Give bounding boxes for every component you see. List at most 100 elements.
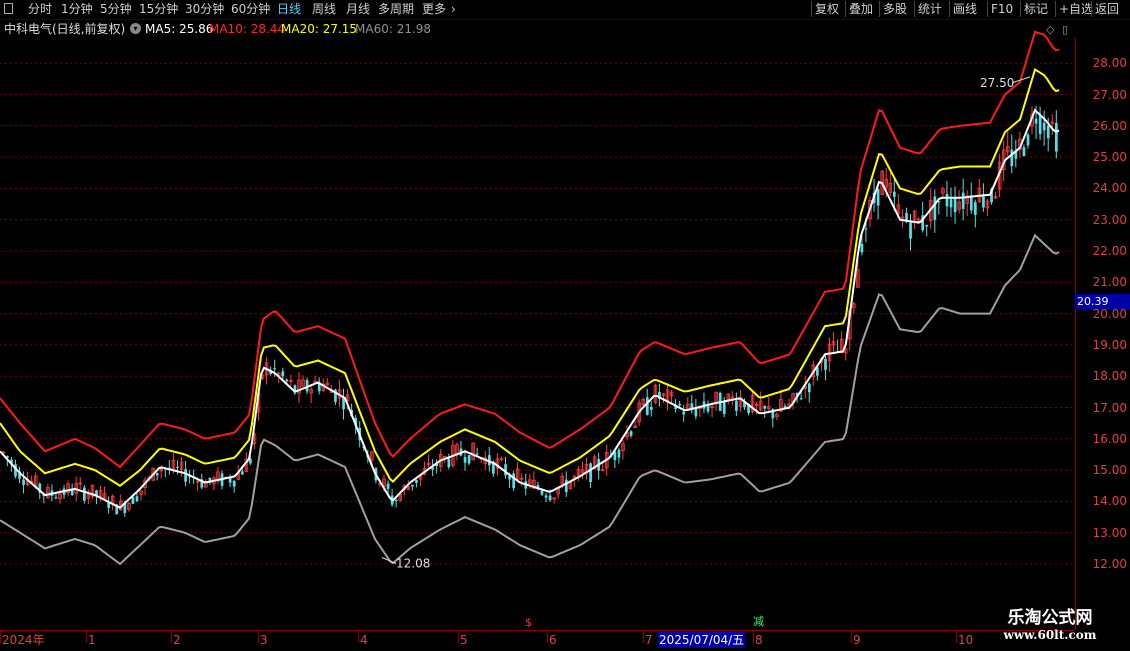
candle-body bbox=[589, 463, 592, 483]
x-tick-label: 6 bbox=[549, 633, 557, 647]
y-tick-label: 15.00 bbox=[1092, 463, 1127, 478]
candle-body bbox=[548, 495, 552, 501]
candle-body bbox=[564, 479, 568, 493]
period-tab-6[interactable]: 日线 bbox=[277, 1, 301, 17]
candle-body bbox=[184, 469, 187, 482]
candle-body bbox=[974, 202, 977, 215]
candle-body bbox=[394, 499, 398, 501]
toolbar-separator bbox=[845, 1, 846, 17]
period-tab-1[interactable]: 1分钟 bbox=[61, 1, 93, 17]
watermark: 乐淘公式网 www.60lt.com bbox=[985, 608, 1115, 642]
period-tab-10[interactable]: 更多 bbox=[422, 1, 446, 17]
y-tick-label: 21.00 bbox=[1092, 275, 1127, 290]
candle-body bbox=[1055, 122, 1058, 152]
candle-body bbox=[386, 483, 390, 489]
event-marker[interactable]: $ bbox=[525, 616, 532, 629]
period-tab-2[interactable]: 5分钟 bbox=[100, 1, 132, 17]
period-tab-8[interactable]: 月线 bbox=[346, 1, 370, 17]
candle-body bbox=[735, 400, 738, 411]
candle-body bbox=[953, 197, 957, 213]
x-tick-mark bbox=[851, 631, 852, 643]
extreme-labels: 27.50 12.08 bbox=[381, 76, 1031, 570]
toolbar-button-2[interactable]: 多股 bbox=[883, 1, 907, 17]
candle-body bbox=[961, 192, 965, 209]
event-marker[interactable]: 减 bbox=[753, 615, 764, 628]
candle-body bbox=[763, 405, 767, 409]
period-toolbar: 分时 1分钟 5分钟 15分钟 30分钟 60分钟 日线 周线 月线 多周期 更多 › 复权 叠加 多股统… bbox=[0, 0, 1130, 20]
current-date-label: 2025/07/04/五 bbox=[658, 632, 746, 648]
candle-body bbox=[22, 479, 25, 485]
period-tab-0[interactable]: 分时 bbox=[28, 1, 52, 17]
candle-body bbox=[273, 368, 277, 370]
period-tab-7[interactable]: 周线 bbox=[312, 1, 336, 17]
period-tab-3[interactable]: 15分钟 bbox=[139, 1, 178, 17]
period-tab-5[interactable]: 60分钟 bbox=[231, 1, 270, 17]
diamond-icon[interactable]: ◇ bbox=[1046, 24, 1054, 36]
candle-body bbox=[864, 228, 868, 230]
toolbar-button-3[interactable]: 统计 bbox=[918, 1, 942, 17]
candle-body bbox=[135, 496, 139, 502]
toolbar-separator bbox=[811, 1, 812, 17]
y-tick-label: 25.00 bbox=[1092, 150, 1127, 165]
candle-body bbox=[678, 403, 682, 406]
toolbar-button-5[interactable]: F10 bbox=[991, 1, 1013, 17]
toolbar-button-7[interactable]: +自选 bbox=[1059, 1, 1093, 17]
candle-body bbox=[467, 455, 471, 464]
kline-chart[interactable]: 27.50 12.08 bbox=[0, 0, 1130, 650]
candle-body bbox=[540, 490, 544, 495]
x-tick-mark bbox=[171, 631, 172, 643]
window-icon[interactable] bbox=[4, 3, 13, 14]
y-tick-label: 24.00 bbox=[1092, 181, 1127, 196]
period-tab-9[interactable]: 多周期 bbox=[378, 1, 414, 17]
ma10-value: MA10: 28.44 bbox=[209, 22, 286, 36]
candle-body bbox=[240, 471, 244, 475]
candle-body bbox=[155, 472, 159, 476]
x-tick-label: 5 bbox=[460, 633, 468, 647]
panel-toggle-icon[interactable]: ▯ bbox=[1062, 24, 1068, 36]
y-tick-label: 18.00 bbox=[1092, 369, 1127, 384]
stock-title[interactable]: 中科电气(日线,前复权) bbox=[4, 20, 125, 38]
dropdown-circle-icon[interactable]: ▾ bbox=[130, 23, 141, 34]
candle-body bbox=[512, 473, 515, 489]
candle-body bbox=[83, 487, 86, 501]
candle-body bbox=[807, 383, 811, 393]
candle-body bbox=[281, 371, 285, 377]
candle-body bbox=[463, 456, 467, 463]
candle-body bbox=[909, 222, 912, 239]
candle-body bbox=[1042, 122, 1046, 131]
candle-body bbox=[232, 480, 236, 487]
ma20-value: MA20: 27.15 bbox=[281, 22, 358, 36]
x-tick-label: 7 bbox=[645, 633, 653, 647]
candle-body bbox=[682, 411, 686, 415]
ma60-line bbox=[0, 233, 1060, 566]
toolbar-separator bbox=[879, 1, 880, 17]
x-tick-mark bbox=[0, 631, 1, 643]
candle-body bbox=[1022, 147, 1026, 156]
y-tick-label: 23.00 bbox=[1092, 212, 1127, 227]
x-tick-label: 1 bbox=[88, 633, 96, 647]
toolbar-button-4[interactable]: 画线 bbox=[953, 1, 977, 17]
period-tab-4[interactable]: 30分钟 bbox=[185, 1, 224, 17]
toolbar-button-6[interactable]: 标记 bbox=[1024, 1, 1048, 17]
y-tick-label: 12.00 bbox=[1092, 557, 1127, 571]
toolbar-button-1[interactable]: 叠加 bbox=[849, 1, 873, 17]
more-chevron-icon[interactable]: › bbox=[451, 1, 456, 17]
toolbar-button-8[interactable]: 返回 bbox=[1095, 1, 1119, 17]
candle-body bbox=[706, 405, 710, 412]
toolbar-separator bbox=[914, 1, 915, 17]
x-tick-mark bbox=[547, 631, 548, 643]
candle-body bbox=[544, 495, 548, 498]
candle-body bbox=[411, 484, 414, 487]
candle-body bbox=[893, 191, 896, 197]
toolbar-separator bbox=[949, 1, 950, 17]
candle-body bbox=[933, 196, 937, 220]
x-tick-mark bbox=[753, 631, 754, 643]
candle-body bbox=[824, 358, 827, 370]
x-tick-mark bbox=[258, 631, 259, 643]
candle-body bbox=[650, 406, 653, 410]
toolbar-button-0[interactable]: 复权 bbox=[815, 1, 839, 17]
current-price-tag: 20.39 bbox=[1075, 294, 1130, 310]
price-axis: 12.00 13.00 14.00 15.00 16.00 17.00 18.00 19.00… bbox=[1075, 38, 1130, 630]
candle-body bbox=[54, 497, 58, 499]
candle-body bbox=[1010, 149, 1014, 167]
